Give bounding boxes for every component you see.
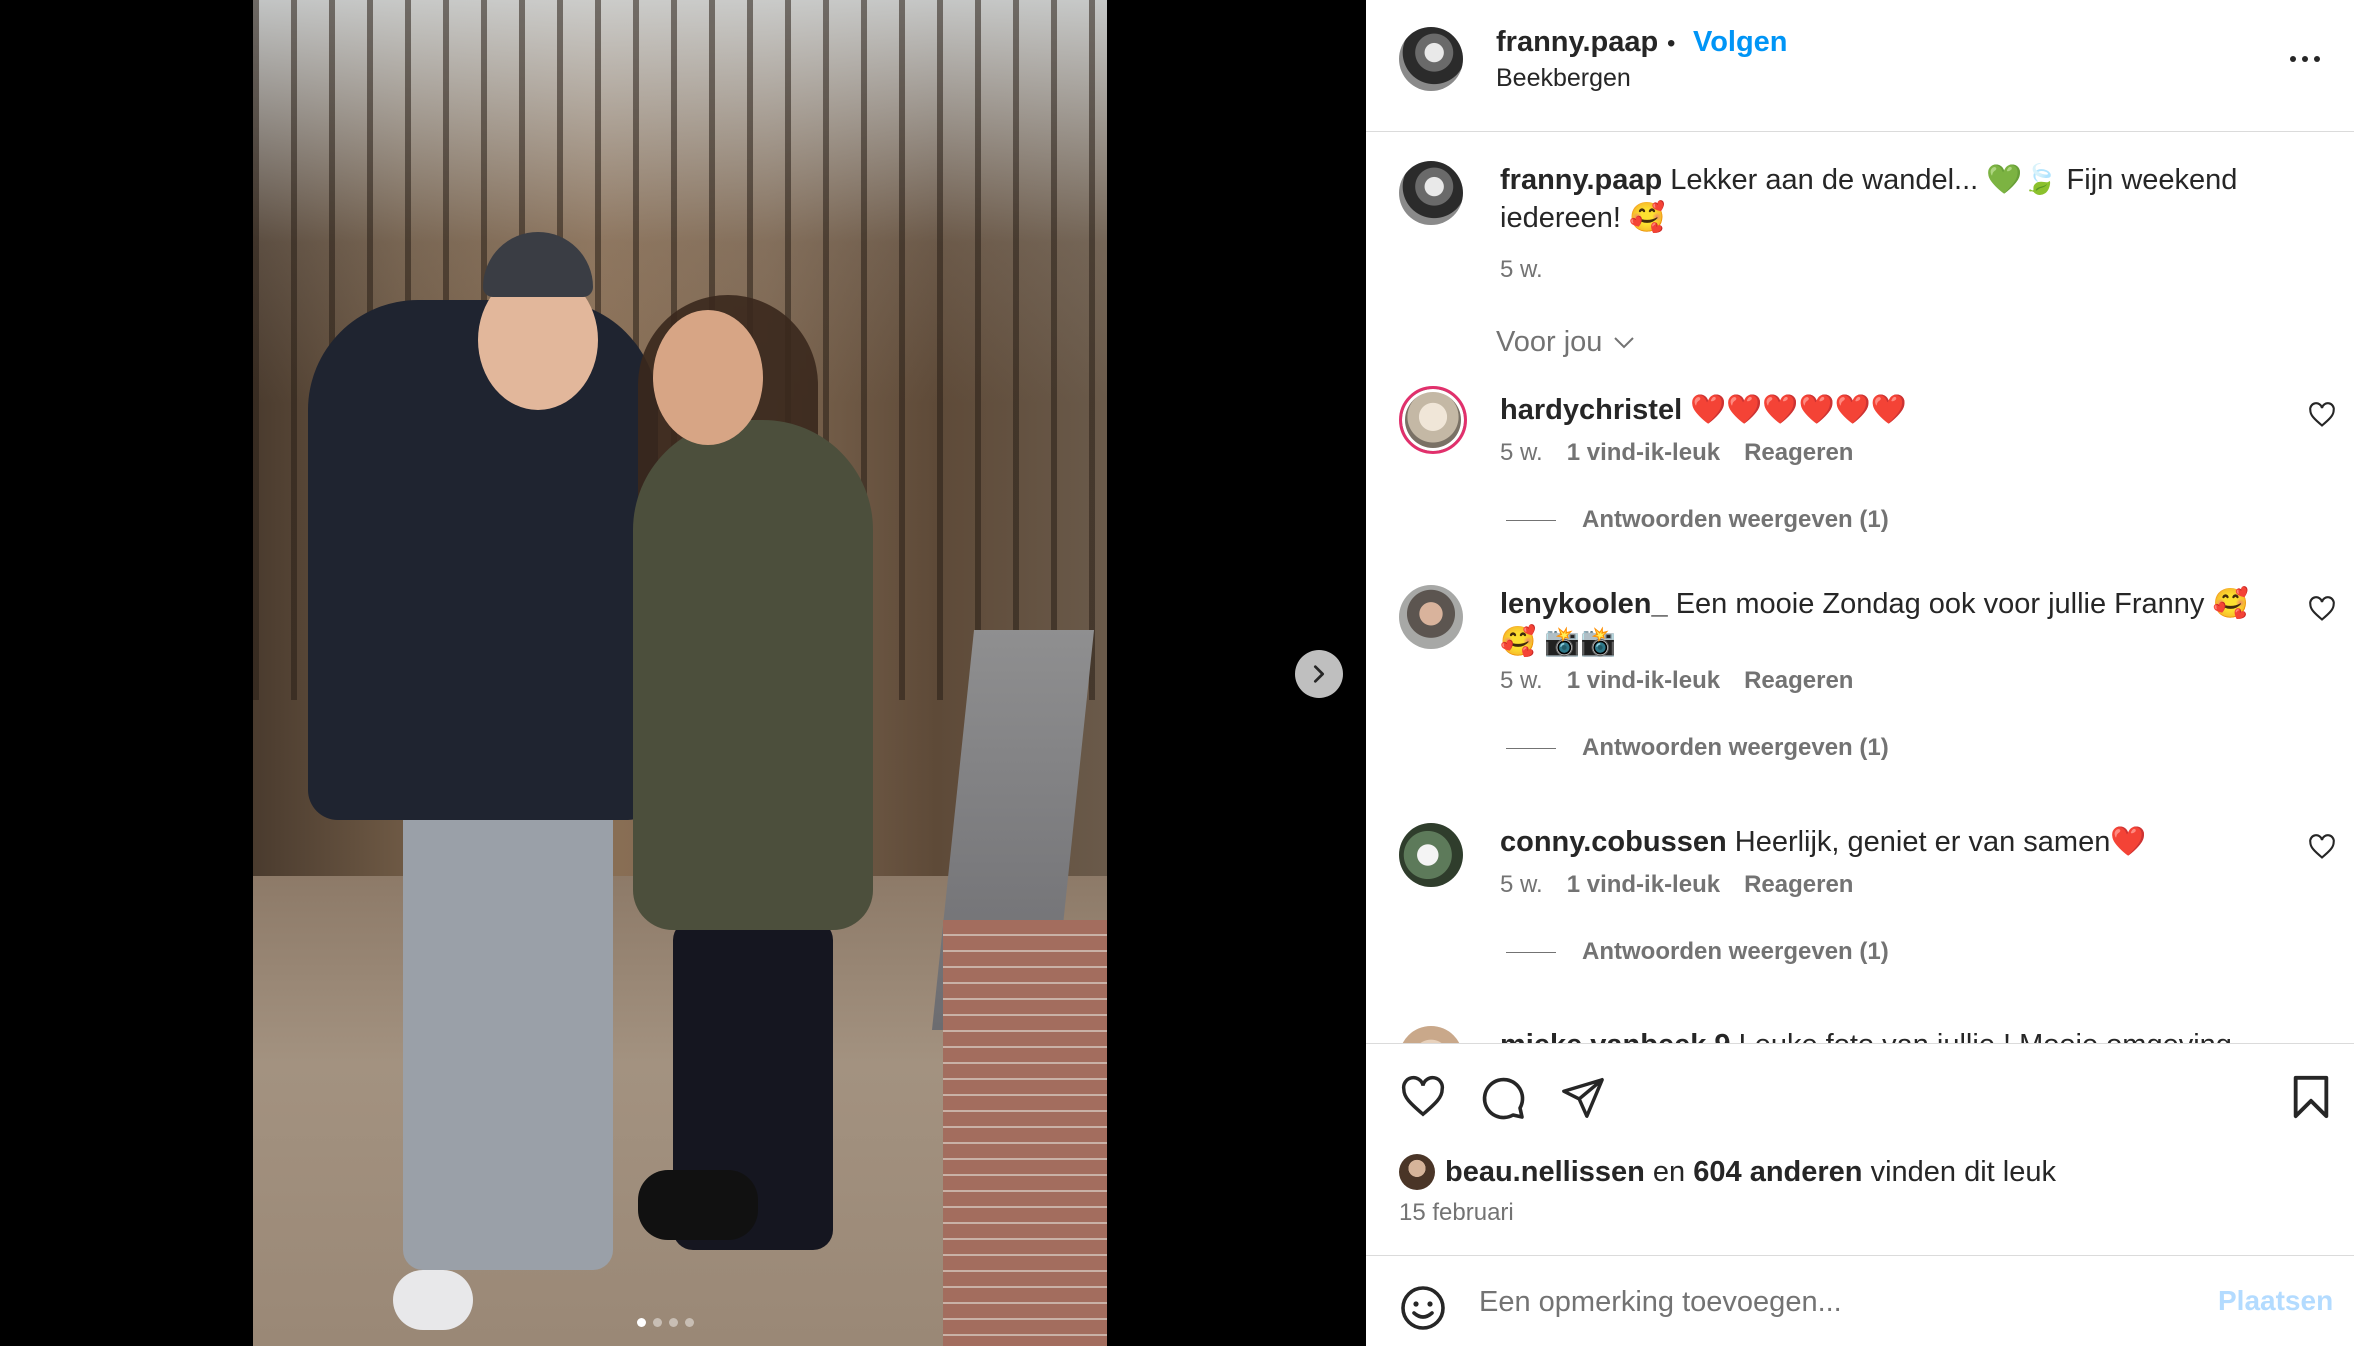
author-avatar[interactable] — [1399, 27, 1463, 91]
comment-time: 5 w. — [1500, 871, 1543, 898]
heart-icon[interactable] — [2308, 595, 2336, 623]
view-replies-button[interactable]: Antwoorden weergeven (1) — [1506, 938, 1889, 966]
caption-text: franny.paap Lekker aan de wandel... 💚🍃 F… — [1500, 164, 2238, 234]
caption-meta: 5 w. — [1500, 256, 1543, 283]
comment-avatar[interactable] — [1399, 386, 1467, 454]
caption-username[interactable]: franny.paap — [1500, 164, 1662, 196]
comment-avatar[interactable] — [1399, 585, 1463, 649]
more-options-button[interactable] — [2290, 44, 2330, 74]
comment-username[interactable]: conny.cobussen — [1500, 826, 1727, 858]
chevron-down-icon — [1614, 336, 1635, 348]
comment-likes[interactable]: 1 vind-ik-leuk — [1567, 667, 1720, 695]
photo-man-jacket — [308, 300, 658, 820]
carousel-dot — [653, 1318, 662, 1327]
comment-icon[interactable] — [1479, 1074, 1527, 1122]
carousel-dot — [685, 1318, 694, 1327]
comment-avatar[interactable] — [1399, 823, 1463, 887]
photo-woman-shoe — [638, 1170, 758, 1240]
comments-section[interactable]: franny.paap Lekker aan de wandel... 💚🍃 F… — [1366, 133, 2354, 1043]
reply-button[interactable]: Reageren — [1744, 667, 1853, 695]
chevron-right-icon — [1313, 665, 1325, 683]
share-icon[interactable] — [1559, 1074, 1607, 1120]
more-icon — [2290, 56, 2296, 62]
comment-text: hardychristel ❤️❤️❤️❤️❤️❤️ — [1500, 394, 1907, 426]
post-header: franny.paap • Volgen Beekbergen — [1366, 0, 2354, 132]
comment-text: mieke.vanbeek.9 Leuke foto van jullie ! … — [1500, 1026, 2280, 1043]
add-comment-bar: Plaatsen — [1366, 1255, 2354, 1346]
reply-button[interactable]: Reageren — [1744, 871, 1853, 899]
liker-username[interactable]: beau.nellissen — [1445, 1156, 1645, 1188]
post-location[interactable]: Beekbergen — [1496, 64, 1631, 93]
photo-woman-coat — [633, 420, 873, 930]
view-replies-button[interactable]: Antwoorden weergeven (1) — [1506, 734, 1889, 762]
comment-time: 5 w. — [1500, 439, 1543, 466]
post-panel: franny.paap • Volgen Beekbergen franny.p… — [1366, 0, 2354, 1346]
bookmark-icon[interactable] — [2290, 1074, 2332, 1120]
follow-button[interactable]: Volgen — [1693, 26, 1788, 59]
carousel-dot — [637, 1318, 646, 1327]
like-heart-icon[interactable] — [1399, 1074, 1447, 1120]
sort-comments-dropdown[interactable]: Voor jou — [1496, 326, 1636, 359]
media-viewer — [0, 0, 1366, 1346]
comment-text: conny.cobussen Heerlijk, geniet er van s… — [1500, 826, 2147, 858]
likes-count[interactable]: 604 anderen — [1693, 1156, 1862, 1188]
comment-input[interactable] — [1479, 1272, 2179, 1332]
comment-text: lenykoolen_ Een mooie Zondag ook voor ju… — [1500, 588, 2249, 658]
liker-avatar[interactable] — [1399, 1154, 1435, 1190]
likes-summary: beau.nellissen en 604 anderen vinden dit… — [1399, 1154, 2056, 1190]
comment-meta: 5 w. 1 vind-ik-leuk Reageren — [1500, 439, 1853, 467]
comment-username[interactable]: mieke.vanbeek.9 — [1500, 1029, 1731, 1043]
emoji-icon[interactable] — [1399, 1284, 1447, 1332]
comment-avatar[interactable] — [1399, 1026, 1463, 1043]
post-photo[interactable] — [253, 0, 1107, 1346]
author-username[interactable]: franny.paap — [1496, 26, 1658, 59]
photo-woman-face — [653, 310, 763, 445]
carousel-dots — [637, 1318, 694, 1327]
post-comment-button[interactable]: Plaatsen — [2218, 1285, 2333, 1317]
carousel-dot — [669, 1318, 678, 1327]
photo-brick-path — [943, 920, 1107, 1346]
photo-man-shoe — [393, 1270, 473, 1330]
photo-man-pants — [403, 790, 613, 1270]
comment-meta: 5 w. 1 vind-ik-leuk Reageren — [1500, 871, 1853, 899]
post-date[interactable]: 15 februari — [1399, 1199, 1514, 1227]
heart-icon[interactable] — [2308, 401, 2336, 429]
caption-avatar[interactable] — [1399, 161, 1463, 225]
view-replies-button[interactable]: Antwoorden weergeven (1) — [1506, 506, 1889, 534]
heart-icon[interactable] — [2308, 833, 2336, 861]
comment-username[interactable]: lenykoolen_ — [1500, 588, 1668, 620]
comment-username[interactable]: hardychristel — [1500, 394, 1682, 426]
comment-meta: 5 w. 1 vind-ik-leuk Reageren — [1500, 667, 1853, 695]
comment-time: 5 w. — [1500, 667, 1543, 694]
header-separator: • — [1667, 30, 1676, 57]
reply-button[interactable]: Reageren — [1744, 439, 1853, 467]
next-slide-button[interactable] — [1295, 650, 1343, 698]
post-actions: beau.nellissen en 604 anderen vinden dit… — [1366, 1043, 2354, 1253]
comment-likes[interactable]: 1 vind-ik-leuk — [1567, 871, 1720, 899]
comment-likes[interactable]: 1 vind-ik-leuk — [1567, 439, 1720, 467]
